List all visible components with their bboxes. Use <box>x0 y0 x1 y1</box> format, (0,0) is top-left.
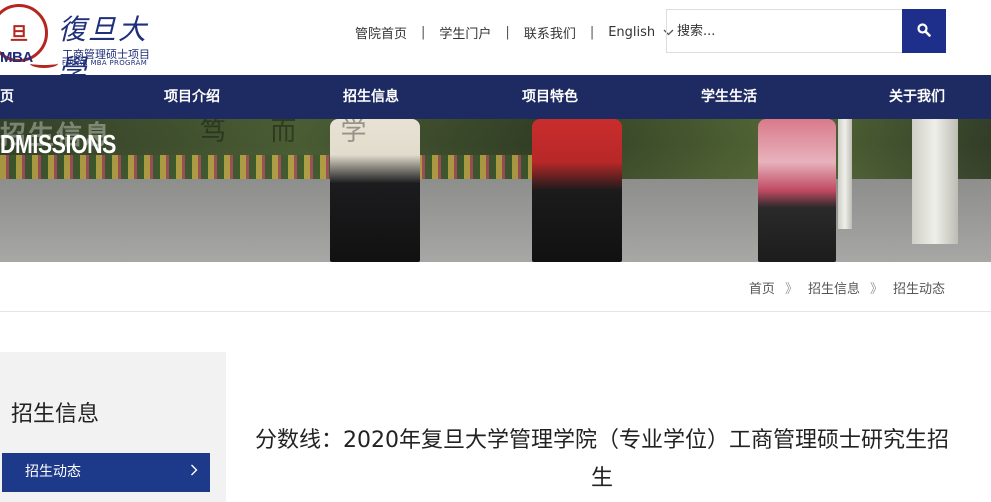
breadcrumb-admissions[interactable]: 招生信息 <box>808 278 860 297</box>
banner-cyclist <box>758 119 836 262</box>
nav-item-about[interactable]: 关于我们 <box>889 75 945 119</box>
main-nav: 页 项目介绍 招生信息 项目特色 学生生活 关于我们 <box>0 75 991 119</box>
program-name-en: FUDAN MBA PROGRAM <box>62 59 148 67</box>
link-separator: | <box>505 24 510 40</box>
search-box <box>666 9 946 53</box>
link-separator: | <box>421 24 426 40</box>
banner-tree-trunk <box>838 119 852 229</box>
sidebar-item-admission-news[interactable]: 招生动态 <box>2 453 210 492</box>
breadcrumb: 首页 》 招生信息 》 招生动态 <box>749 278 945 297</box>
breadcrumb-home[interactable]: 首页 <box>749 278 775 297</box>
banner-calligraphy: 笃 而 学 <box>200 119 385 147</box>
top-links: 管院首页 | 学生门户 | 联系我们 | English <box>355 22 674 42</box>
swoosh-icon <box>30 59 58 68</box>
breadcrumb-separator: 》 <box>869 282 883 297</box>
link-student-portal[interactable]: 学生门户 <box>439 23 491 42</box>
sidebar-item-label: 招生动态 <box>25 464 81 480</box>
breadcrumb-current[interactable]: 招生动态 <box>893 278 945 297</box>
link-contact[interactable]: 联系我们 <box>524 23 576 42</box>
mba-wordmark: MBA <box>0 49 33 66</box>
nav-item-features[interactable]: 项目特色 <box>522 75 578 119</box>
search-input[interactable] <box>667 10 903 52</box>
banner-cyclist <box>532 119 622 262</box>
fudan-mba-logo[interactable]: 旦 復旦大學 MBA 工商管理硕士项目 FUDAN MBA PROGRAM <box>0 2 170 86</box>
language-selector[interactable]: English <box>608 25 655 40</box>
nav-item-program-intro[interactable]: 项目介绍 <box>164 75 220 119</box>
search-button[interactable] <box>902 9 946 53</box>
article-title: 分数线：2020年复旦大学管理学院（专业学位）工商管理硕士研究生招生 <box>255 428 949 491</box>
banner-title-en: DMISSIONS <box>0 129 116 159</box>
sidebar: 招生信息 招生动态 <box>0 352 226 502</box>
banner-tree-trunk <box>912 119 958 244</box>
breadcrumb-separator: 》 <box>784 282 798 297</box>
divider <box>0 311 991 312</box>
link-separator: | <box>589 24 595 40</box>
link-school-home[interactable]: 管院首页 <box>355 23 407 42</box>
site-header: 旦 復旦大學 MBA 工商管理硕士项目 FUDAN MBA PROGRAM 管院… <box>0 0 991 86</box>
banner-image: 笃 而 学 招生信息 DMISSIONS <box>0 119 991 262</box>
sidebar-title: 招生信息 <box>11 402 100 427</box>
nav-item-student-life[interactable]: 学生生活 <box>701 75 757 119</box>
chevron-right-icon <box>190 453 198 492</box>
nav-item-admissions[interactable]: 招生信息 <box>343 75 399 119</box>
search-icon <box>917 22 931 41</box>
nav-item-home[interactable]: 页 <box>0 75 14 119</box>
